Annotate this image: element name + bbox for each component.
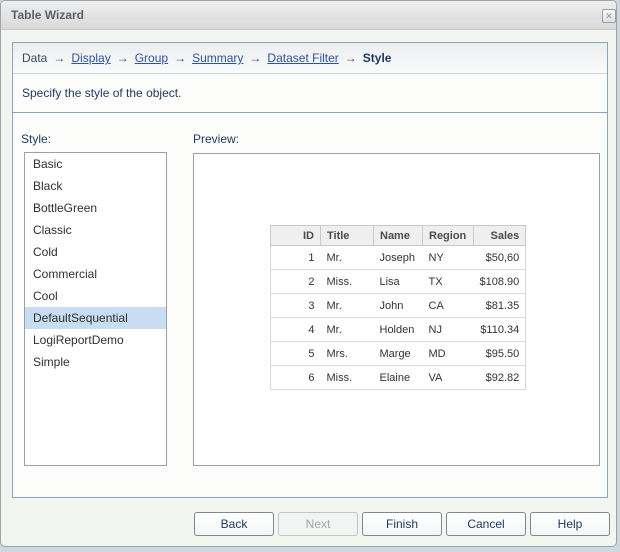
table-row: 5 Mrs. Marge MD $95.50 <box>271 342 526 366</box>
table-row: 2 Miss. Lisa TX $108.90 <box>271 270 526 294</box>
help-button[interactable]: Help <box>530 512 610 536</box>
cell-sales: $81.35 <box>474 294 526 318</box>
cell-name: Elaine <box>374 366 423 390</box>
cell-region: CA <box>423 294 474 318</box>
breadcrumb-step-summary[interactable]: Summary <box>192 51 243 65</box>
breadcrumb-step-dataset-filter[interactable]: Dataset Filter <box>267 51 338 65</box>
preview-label: Preview: <box>193 132 239 146</box>
breadcrumb-arrow-icon: → <box>249 51 261 65</box>
style-option-logireportdemo[interactable]: LogiReportDemo <box>25 329 166 351</box>
preview-table-header-row: ID Title Name Region Sales <box>271 226 526 246</box>
cell-title: Mrs. <box>321 342 374 366</box>
cell-name: Marge <box>374 342 423 366</box>
cell-name: John <box>374 294 423 318</box>
cell-region: MD <box>423 342 474 366</box>
wizard-header-box: Data → Display → Group → Summary → Datas… <box>12 42 608 113</box>
cell-sales: $108.90 <box>474 270 526 294</box>
wizard-content-box: Style: Basic Black BottleGreen Classic C… <box>12 112 608 498</box>
table-wizard-dialog: Table Wizard ✕ Data → Display → Group → … <box>0 0 617 547</box>
style-option-classic[interactable]: Classic <box>25 219 166 241</box>
cell-id: 4 <box>271 318 321 342</box>
cell-title: Mr. <box>321 318 374 342</box>
cell-title: Mr. <box>321 246 374 270</box>
breadcrumb-arrow-icon: → <box>174 51 186 65</box>
style-option-cold[interactable]: Cold <box>25 241 166 263</box>
style-option-basic[interactable]: Basic <box>25 153 166 175</box>
style-option-commercial[interactable]: Commercial <box>25 263 166 285</box>
breadcrumb-arrow-icon: → <box>117 51 129 65</box>
cell-id: 3 <box>271 294 321 318</box>
table-row: 6 Miss. Elaine VA $92.82 <box>271 366 526 390</box>
cell-region: NY <box>423 246 474 270</box>
breadcrumb-step-style: Style <box>363 51 392 65</box>
finish-button[interactable]: Finish <box>362 512 442 536</box>
cell-title: Mr. <box>321 294 374 318</box>
cancel-button[interactable]: Cancel <box>446 512 526 536</box>
column-header-name: Name <box>374 226 423 246</box>
breadcrumb-arrow-icon: → <box>53 51 65 65</box>
window-title: Table Wizard <box>11 1 84 30</box>
cell-id: 1 <box>271 246 321 270</box>
cell-title: Miss. <box>321 270 374 294</box>
cell-id: 5 <box>271 342 321 366</box>
cell-region: NJ <box>423 318 474 342</box>
cell-sales: $110.34 <box>474 318 526 342</box>
style-option-black[interactable]: Black <box>25 175 166 197</box>
column-header-id: ID <box>271 226 321 246</box>
style-option-simple[interactable]: Simple <box>25 351 166 373</box>
table-row: 3 Mr. John CA $81.35 <box>271 294 526 318</box>
close-button[interactable]: ✕ <box>602 9 616 23</box>
style-option-cool[interactable]: Cool <box>25 285 166 307</box>
breadcrumb-step-display[interactable]: Display <box>71 51 110 65</box>
cell-name: Lisa <box>374 270 423 294</box>
style-option-defaultsequential[interactable]: DefaultSequential <box>25 307 166 329</box>
cell-name: Holden <box>374 318 423 342</box>
cell-region: TX <box>423 270 474 294</box>
table-row: 1 Mr. Joseph NY $50,60 <box>271 246 526 270</box>
titlebar: Table Wizard <box>1 1 616 30</box>
cell-sales: $50,60 <box>474 246 526 270</box>
style-option-bottlegreen[interactable]: BottleGreen <box>25 197 166 219</box>
style-listbox[interactable]: Basic Black BottleGreen Classic Cold Com… <box>24 152 167 466</box>
next-button[interactable]: Next <box>278 512 358 536</box>
column-header-sales: Sales <box>474 226 526 246</box>
instruction-text: Specify the style of the object. <box>13 74 607 112</box>
cell-region: VA <box>423 366 474 390</box>
table-row: 4 Mr. Holden NJ $110.34 <box>271 318 526 342</box>
breadcrumb-arrow-icon: → <box>345 51 357 65</box>
column-header-region: Region <box>423 226 474 246</box>
column-header-title: Title <box>321 226 374 246</box>
cell-id: 2 <box>271 270 321 294</box>
breadcrumb-step-data: Data <box>22 51 47 65</box>
preview-panel: ID Title Name Region Sales 1 Mr. Joseph … <box>193 153 600 466</box>
style-list-label: Style: <box>21 132 51 146</box>
cell-name: Joseph <box>374 246 423 270</box>
cell-id: 6 <box>271 366 321 390</box>
breadcrumb-step-group[interactable]: Group <box>135 51 168 65</box>
cell-title: Miss. <box>321 366 374 390</box>
back-button[interactable]: Back <box>194 512 274 536</box>
cell-sales: $95.50 <box>474 342 526 366</box>
preview-table: ID Title Name Region Sales 1 Mr. Joseph … <box>270 225 526 390</box>
cell-sales: $92.82 <box>474 366 526 390</box>
close-icon: ✕ <box>605 11 613 21</box>
breadcrumb: Data → Display → Group → Summary → Datas… <box>13 43 607 74</box>
